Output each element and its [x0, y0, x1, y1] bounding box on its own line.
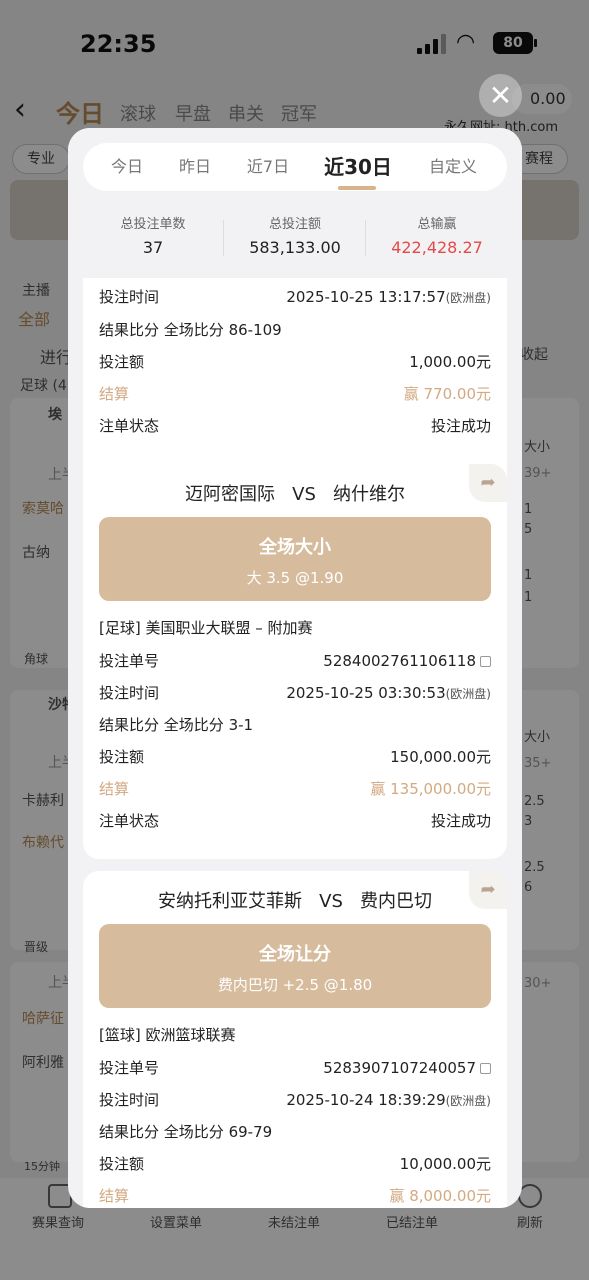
stake-value: 10,000.00元 — [399, 1155, 491, 1173]
stake-row: 投注额 10,000.00元 — [99, 1152, 491, 1176]
tab-yesterday[interactable]: 昨日 — [165, 143, 225, 191]
score-row: 结果比分 全场比分 3-1 — [99, 713, 491, 737]
order-label: 投注单号 — [99, 1059, 160, 1077]
summary-amount-value: 583,133.00 — [249, 238, 341, 257]
bet-selection-box: 全场让分 费内巴切 +2.5 @1.80 — [99, 924, 491, 1008]
order-row: 投注单号 5283907107240057 — [99, 1056, 491, 1080]
score-label: 结果比分 全场比分 86-109 — [99, 321, 282, 339]
score-row: 结果比分 全场比分 69-79 — [99, 1120, 491, 1144]
match-title: 安纳托利亚艾菲斯 VS 费内巴切 — [157, 891, 433, 912]
status-label: 注单状态 — [99, 812, 160, 830]
bet-time-row: 投注时间 2025-10-25 03:30:53(欧洲盘) — [99, 681, 491, 705]
settle-value: 赢 770.00元 — [403, 385, 491, 403]
modal-header: 今日 昨日 近7日 近30日 自定义 总投注单数 37 总投注额 583,133… — [68, 128, 522, 278]
settle-row: 结算 赢 8,000.00元 — [99, 1184, 491, 1208]
stake-row: 投注额 150,000.00元 — [99, 745, 491, 769]
order-label: 投注单号 — [99, 652, 160, 670]
active-tab-indicator — [338, 186, 376, 190]
settle-row: 结算 赢 135,000.00元 — [99, 777, 491, 801]
score-row: 结果比分 全场比分 86-109 — [99, 318, 491, 342]
settle-label: 结算 — [99, 1187, 130, 1205]
date-range-tabs: 今日 昨日 近7日 近30日 自定义 — [83, 143, 507, 191]
bet-card: ➦ 迈阿密国际 VS 纳什维尔 全场大小 大 3.5 @1.90 [足球] 美国… — [83, 464, 507, 859]
close-icon[interactable]: ✕ — [479, 74, 522, 117]
status-row: 注单状态 投注成功 — [99, 809, 491, 833]
tab-today[interactable]: 今日 — [97, 143, 157, 191]
tab-last-7-days[interactable]: 近7日 — [233, 143, 303, 191]
status-label: 注单状态 — [99, 417, 160, 435]
tab-custom[interactable]: 自定义 — [413, 143, 493, 191]
summary-winloss: 总输赢 422,428.27 — [367, 208, 507, 257]
divider — [365, 220, 366, 256]
summary-stats: 总投注单数 37 总投注额 583,133.00 总输赢 422,428.27 — [68, 208, 522, 270]
summary-count-value: 37 — [142, 238, 164, 257]
status-value: 投注成功 — [430, 417, 491, 435]
bet-time-row: 投注时间 2025-10-24 18:39:29(欧洲盘) — [99, 1088, 491, 1112]
bet-time-label: 投注时间 — [99, 288, 160, 306]
bet-card: ➦ 安纳托利亚艾菲斯 VS 费内巴切 全场让分 费内巴切 +2.5 @1.80 … — [83, 871, 507, 1208]
copy-icon[interactable] — [480, 656, 491, 667]
score-label: 结果比分 全场比分 69-79 — [99, 1123, 273, 1141]
copy-icon[interactable] — [480, 1063, 491, 1074]
bet-pick: 费内巴切 +2.5 @1.80 — [217, 976, 373, 994]
bet-pick: 大 3.5 @1.90 — [246, 569, 344, 587]
stake-label: 投注额 — [99, 353, 145, 371]
match-title: 迈阿密国际 VS 纳什维尔 — [184, 484, 406, 505]
stake-row: 投注额 1,000.00元 — [99, 350, 491, 374]
bet-selection-box: 全场大小 大 3.5 @1.90 — [99, 517, 491, 601]
stake-value: 1,000.00元 — [409, 353, 491, 371]
settle-label: 结算 — [99, 780, 130, 798]
order-row: 投注单号 5284002761106118 — [99, 649, 491, 673]
summary-amount: 总投注额 583,133.00 — [225, 208, 365, 257]
status-value: 投注成功 — [430, 812, 491, 830]
bet-time-value: 2025-10-25 03:30:53(欧洲盘) — [286, 684, 491, 702]
league-name: [篮球] 欧洲篮球联赛 — [99, 1026, 236, 1044]
stake-value: 150,000.00元 — [390, 748, 491, 766]
league-name: [足球] 美国职业大联盟 – 附加赛 — [99, 619, 313, 637]
bet-time-label: 投注时间 — [99, 684, 160, 702]
settle-row: 结算 赢 770.00元 — [99, 382, 491, 406]
divider — [223, 220, 224, 256]
summary-count: 总投注单数 37 — [83, 208, 223, 257]
bet-type: 全场大小 — [259, 537, 331, 558]
bet-time-row: 投注时间 2025-10-25 13:17:57(欧洲盘) — [99, 285, 491, 309]
bet-type: 全场让分 — [259, 944, 331, 965]
settled-bets-modal: 今日 昨日 近7日 近30日 自定义 总投注单数 37 总投注额 583,133… — [68, 128, 522, 1208]
stake-label: 投注额 — [99, 748, 145, 766]
summary-amount-label: 总投注额 — [268, 217, 321, 232]
status-row: 注单状态 投注成功 — [99, 414, 491, 438]
tab-last-30-days[interactable]: 近30日 — [313, 143, 403, 191]
summary-count-label: 总投注单数 — [120, 217, 186, 232]
summary-winloss-value: 422,428.27 — [391, 238, 483, 257]
bet-time-value: 2025-10-24 18:39:29(欧洲盘) — [286, 1091, 491, 1109]
stake-label: 投注额 — [99, 1155, 145, 1173]
bet-list[interactable]: 投注时间 2025-10-25 13:17:57(欧洲盘) 结果比分 全场比分 … — [68, 278, 522, 1208]
order-value: 5283907107240057 — [323, 1056, 491, 1080]
score-label: 结果比分 全场比分 3-1 — [99, 716, 254, 734]
bet-time-label: 投注时间 — [99, 1091, 160, 1109]
order-value: 5284002761106118 — [323, 649, 491, 673]
summary-winloss-label: 总输赢 — [417, 217, 457, 232]
settle-label: 结算 — [99, 385, 130, 403]
settle-value: 赢 135,000.00元 — [370, 780, 491, 798]
settle-value: 赢 8,000.00元 — [389, 1187, 491, 1205]
bet-time-value: 2025-10-25 13:17:57(欧洲盘) — [286, 288, 491, 306]
